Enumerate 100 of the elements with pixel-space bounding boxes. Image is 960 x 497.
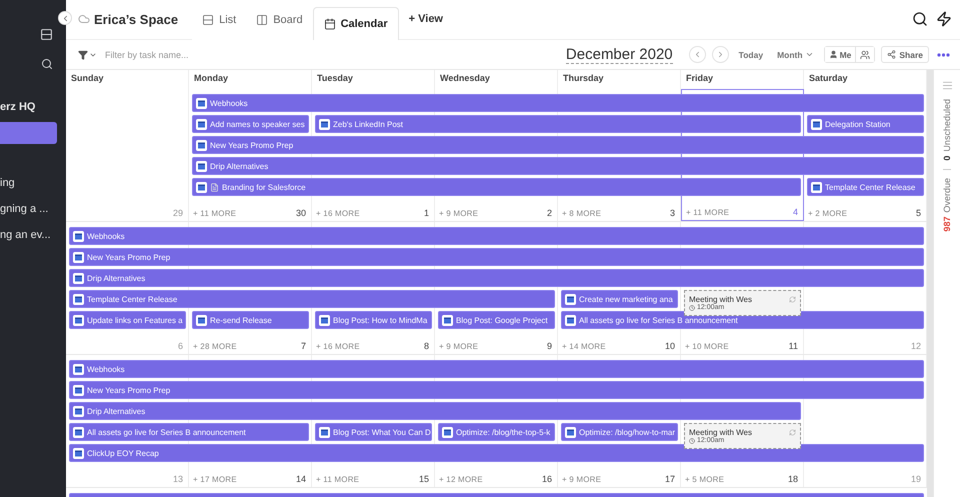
more-icon: [937, 52, 950, 56]
today-button[interactable]: Today: [734, 50, 768, 60]
calendar-icon: [565, 426, 576, 438]
sidebar-item[interactable]: ing: [0, 172, 57, 194]
event-title: Template Center Release: [87, 294, 178, 304]
event-bar[interactable]: Webhooks: [192, 94, 924, 112]
calendar-icon: [73, 384, 84, 396]
more-link[interactable]: + 17 MORE: [193, 475, 237, 484]
event-bar[interactable]: Blog Post: Google Project: [438, 311, 555, 329]
range-dropdown[interactable]: Month: [773, 50, 818, 60]
document-icon: [210, 182, 219, 192]
calendar-icon: [319, 426, 330, 438]
event-bar[interactable]: All assets go live for Series B announcement: [69, 423, 309, 441]
more-link[interactable]: + 5 MORE: [685, 475, 724, 484]
more-link[interactable]: + 28 MORE: [193, 342, 237, 351]
event-bar[interactable]: New Years Promo Prep: [69, 248, 924, 266]
more-link[interactable]: + 9 MORE: [562, 475, 602, 484]
weekday-header: Friday: [681, 70, 804, 89]
event-bar[interactable]: Update links on Features a: [69, 311, 186, 329]
repeat-icon: [789, 429, 796, 436]
event-title: Add names to speaker ses: [210, 120, 305, 128]
day-number: 15: [418, 474, 429, 484]
event-bar[interactable]: Blog Post: What You Can D: [315, 423, 432, 441]
day-number: 1: [424, 208, 429, 218]
add-view-button[interactable]: + View: [398, 0, 453, 39]
more-link[interactable]: + 9 MORE: [439, 342, 478, 351]
view-tab[interactable]: Calendar: [312, 7, 399, 40]
clock-icon: [689, 438, 695, 444]
day-number: 13: [172, 474, 183, 484]
event-bar[interactable]: Drip Alternatives: [69, 269, 924, 287]
calendar-icon: [73, 272, 84, 284]
day-number: 16: [542, 474, 552, 484]
calendar-icon: [324, 18, 336, 30]
event-bar[interactable]: ClickUp EOY Recap: [69, 444, 924, 462]
layers-icon[interactable]: [40, 28, 53, 41]
event-bar[interactable]: Create new marketing ana: [561, 290, 678, 308]
meeting-title: Meeting with Wes: [689, 428, 752, 437]
calendar-icon: [442, 314, 453, 326]
more-link[interactable]: + 9 MORE: [439, 209, 478, 218]
search-icon[interactable]: [912, 11, 928, 27]
more-link[interactable]: + 16 MORE: [316, 342, 360, 351]
event-bar[interactable]: Webhooks: [69, 227, 924, 245]
event-bar[interactable]: Optimize: /blog/how-to-mar: [561, 423, 678, 441]
workspace-name[interactable]: erz HQ: [0, 96, 66, 118]
event-bar[interactable]: Drip Alternatives: [192, 157, 924, 175]
more-link[interactable]: + 11 MORE: [316, 475, 360, 484]
calendar-icon: [73, 426, 84, 438]
day-number: 8: [424, 341, 429, 351]
event-title: Drip Alternatives: [87, 274, 146, 282]
event-title: Delegation Station: [825, 120, 890, 128]
more-link[interactable]: + 11 MORE: [193, 209, 236, 218]
more-link[interactable]: + 10 MORE: [685, 342, 729, 351]
event-bar[interactable]: Template Center Release: [807, 178, 924, 196]
event-bar[interactable]: Branding for Salesforce: [192, 178, 801, 196]
people-icon: [860, 50, 870, 60]
repeat-icon: [789, 296, 796, 303]
event-bar[interactable]: Drip Alternatives: [69, 402, 801, 420]
unscheduled-label[interactable]: Unscheduled: [942, 99, 952, 152]
share-icon: [887, 50, 896, 59]
calendar-icon: [565, 294, 576, 304]
sidebar-item[interactable]: gning a ...: [0, 198, 57, 220]
more-link[interactable]: + 11 MORE: [686, 208, 730, 217]
more-button[interactable]: [935, 52, 952, 56]
more-link[interactable]: + 16 MORE: [316, 209, 360, 218]
event-title: Branding for Salesforce: [222, 182, 306, 192]
day-number: 5: [916, 208, 921, 218]
event-title: All assets go live for Series B announcement: [579, 316, 738, 324]
event-bar[interactable]: Re-send Release: [192, 311, 309, 329]
sidebar-item[interactable]: ng an ev...: [0, 224, 57, 246]
event-bar[interactable]: New Years Promo Prep: [69, 381, 924, 399]
share-button[interactable]: Share: [881, 46, 929, 63]
calendar-icon: [196, 182, 207, 192]
scrollbar[interactable]: [927, 70, 933, 497]
event-bar[interactable]: Webhooks: [69, 360, 924, 378]
event-bar[interactable]: Zeb's LinkedIn Post: [315, 115, 801, 133]
event-bar[interactable]: Template Center Release: [69, 290, 555, 308]
lightning-icon[interactable]: [936, 11, 952, 27]
filter-button[interactable]: [78, 50, 97, 60]
month-title[interactable]: December 2020: [566, 46, 673, 64]
list-icon: [202, 14, 214, 26]
overdue-label[interactable]: Overdue: [942, 178, 952, 212]
event-bar[interactable]: Add names to speaker ses: [192, 115, 309, 133]
event-title: Optimize: /blog/the-top-5-k: [456, 428, 550, 436]
more-link[interactable]: + 2 MORE: [808, 209, 848, 218]
event-bar[interactable]: Delegation Station: [807, 115, 924, 133]
event-bar[interactable]: Optimize: /blog/the-top-5-k: [438, 423, 555, 441]
search-icon[interactable]: [41, 58, 53, 70]
more-link[interactable]: + 14 MORE: [562, 342, 606, 351]
more-link[interactable]: + 12 MORE: [439, 475, 483, 484]
event-bar[interactable]: New Years Promo Prep: [192, 136, 924, 154]
me-button[interactable]: Me: [824, 47, 856, 62]
event-bar[interactable]: All assets go live for Series B announcement: [561, 311, 924, 329]
calendar-icon: [73, 364, 84, 374]
weekday-header: Thursday: [558, 70, 681, 89]
event-title: Drip Alternatives: [210, 162, 268, 170]
more-link[interactable]: + 8 MORE: [562, 209, 602, 218]
weekday-header: Sunday: [66, 70, 189, 89]
collapse-button[interactable]: [58, 11, 72, 25]
event-bar[interactable]: Blog Post: How to MindMa: [315, 311, 432, 329]
event-title: Create new marketing ana: [579, 294, 673, 304]
